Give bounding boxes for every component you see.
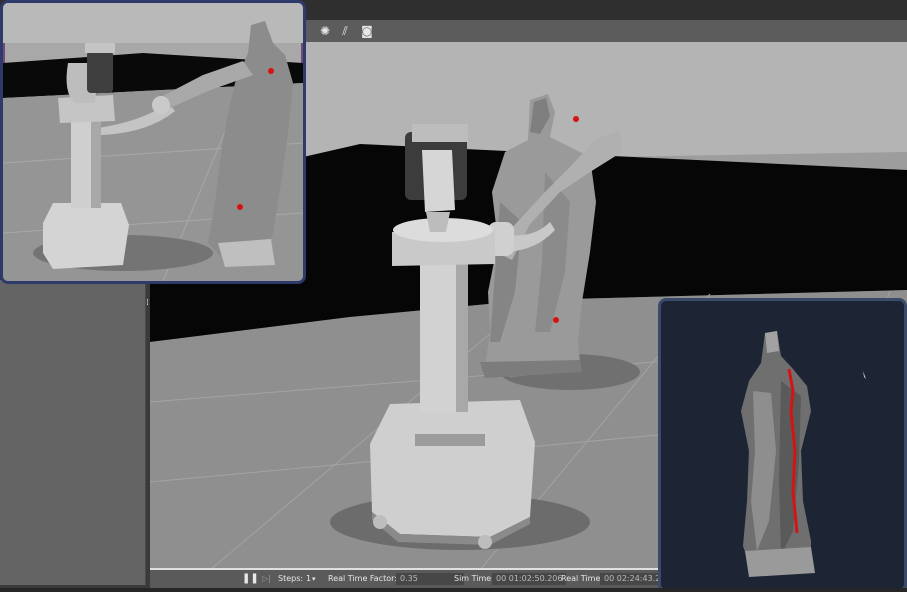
real-time-label: Real Time: — [561, 574, 604, 583]
contact-marker — [553, 317, 559, 323]
inset-contact-marker — [268, 68, 274, 74]
window-bottom-strip — [0, 588, 907, 592]
real-time-value: 00 02:24:43.2 — [600, 573, 665, 585]
camera-view-inset-left[interactable] — [0, 0, 306, 284]
screenshot-icon[interactable]: ◙ — [359, 23, 375, 39]
steps-label: Steps: — [278, 574, 304, 583]
rtf-label: Real Time Factor: — [328, 574, 397, 583]
sim-time-label: Sim Time: — [454, 574, 494, 583]
contact-marker — [573, 116, 579, 122]
pause-button[interactable]: ❚❚ — [242, 573, 259, 585]
scene-toolbar: ✺ ⫽ ◙ — [305, 20, 907, 43]
sim-time-value: 00 01:02:50.206 — [492, 573, 567, 585]
light-spot-icon[interactable]: ✺ — [317, 23, 333, 39]
steps-dropdown-icon[interactable]: ▾ — [312, 573, 316, 585]
point-cloud-view-inset[interactable] — [658, 298, 907, 592]
steps-value[interactable]: 1 — [306, 573, 311, 585]
left-side-panel — [0, 280, 146, 585]
step-button[interactable]: ▷| — [262, 573, 271, 585]
light-dir-icon[interactable]: ⫽ — [337, 23, 353, 39]
inset-contact-marker — [237, 204, 243, 210]
